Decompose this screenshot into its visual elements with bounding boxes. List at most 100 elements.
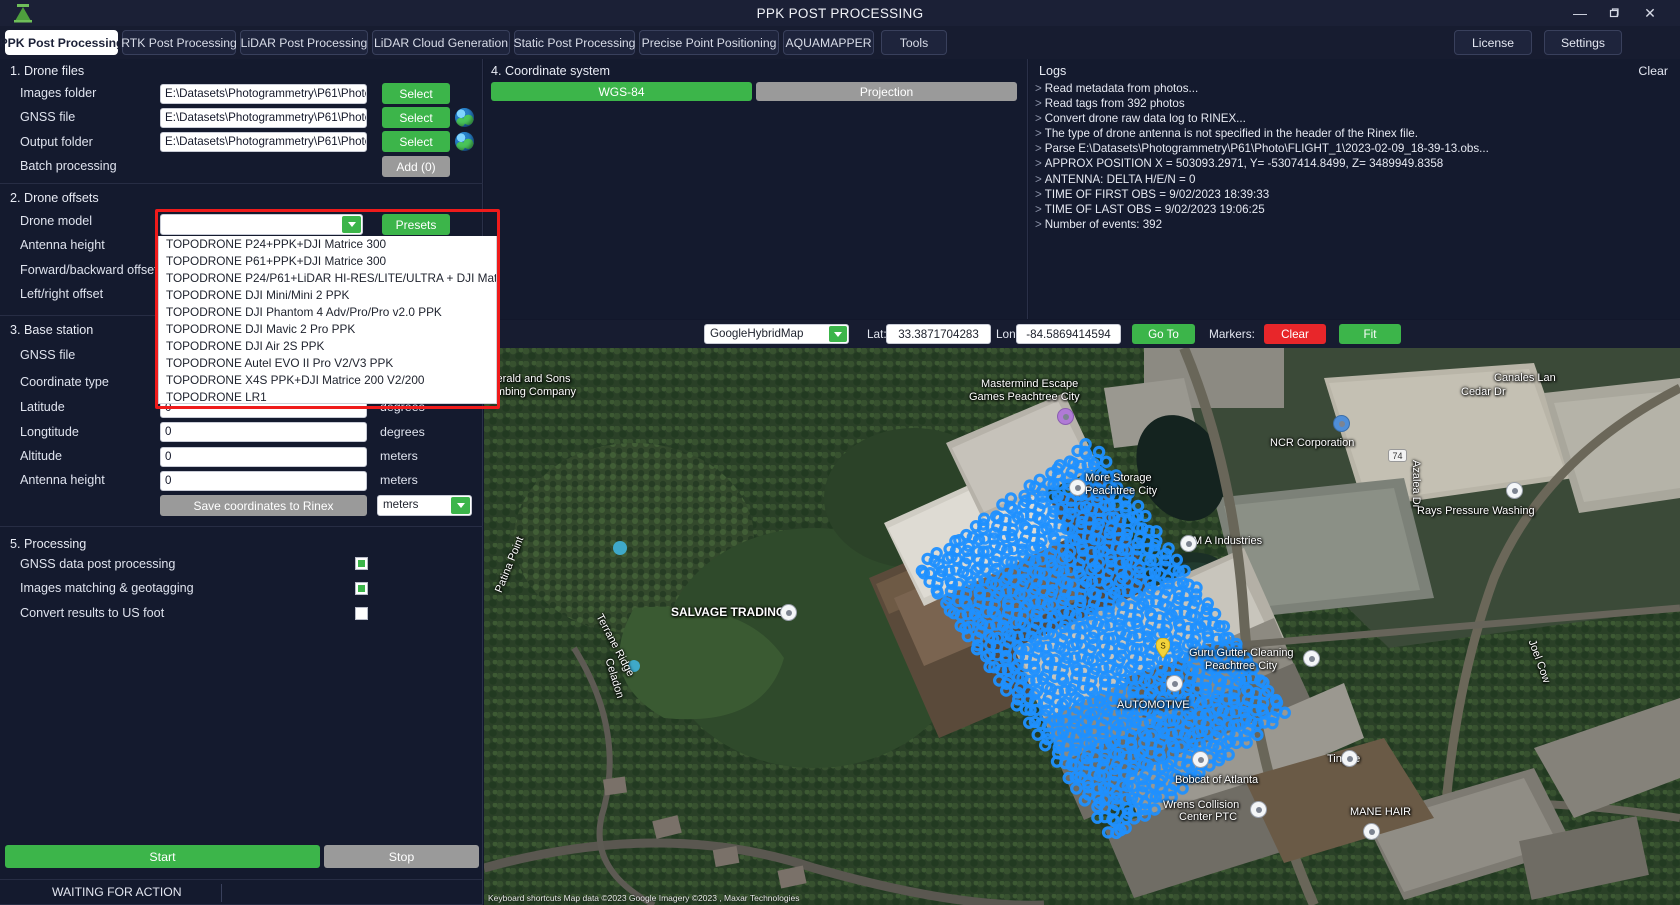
presets-button[interactable]: Presets	[382, 214, 450, 235]
longitude-unit: degrees	[380, 425, 425, 439]
altitude-input[interactable]: 0	[160, 447, 367, 467]
map-label: Games Peachtree City	[969, 391, 1080, 403]
section-drone-offsets-title: 2. Drone offsets	[10, 191, 99, 205]
map-goto-button[interactable]: Go To	[1132, 324, 1195, 344]
log-line: >ANTENNA: DELTA H/E/N = 0	[1032, 172, 1678, 187]
map-markers-label: Markers:	[1209, 327, 1255, 341]
map-pin[interactable]	[1363, 823, 1380, 840]
dropdown-option[interactable]: TOPODRONE DJI Phantom 4 Adv/Pro/Pro v2.0…	[159, 304, 496, 321]
drone-model-label: Drone model	[20, 214, 92, 228]
units-value: meters	[383, 498, 418, 511]
start-button[interactable]: Start	[5, 845, 320, 868]
dropdown-option[interactable]: TOPODRONE P61+PPK+DJI Matrice 300	[159, 253, 496, 270]
minimize-icon[interactable]: —	[1564, 0, 1596, 26]
logs-clear-button[interactable]: Clear	[1638, 64, 1668, 78]
map-pin[interactable]	[1192, 751, 1209, 768]
map-provider-combo[interactable]: GoogleHybridMap	[704, 324, 849, 344]
offsets-antenna-height-label: Antenna height	[20, 238, 105, 252]
map-pin[interactable]	[780, 604, 797, 621]
base-antenna-height-unit: meters	[380, 473, 418, 487]
processing-item-gnss-checkbox[interactable]	[355, 557, 368, 570]
dropdown-option[interactable]: TOPODRONE X4S PPK+DJI Matrice 200 V2/200	[159, 372, 496, 389]
settings-button[interactable]: Settings	[1544, 30, 1622, 55]
map-label: More Storage	[1085, 472, 1152, 484]
dropdown-option[interactable]: TOPODRONE P24+PPK+DJI Matrice 300	[159, 236, 496, 253]
log-text: Number of events: 392	[1045, 218, 1162, 231]
log-text: Read metadata from photos...	[1045, 82, 1198, 95]
map-canvas[interactable]: Gerald and Sons Plumbing Company Masterm…	[484, 348, 1680, 905]
map-pin[interactable]	[1180, 535, 1197, 552]
logs-body[interactable]: >Read metadata from photos... >Read tags…	[1032, 81, 1678, 317]
dropdown-option[interactable]: TOPODRONE LR1	[159, 389, 496, 404]
base-antenna-height-label: Antenna height	[20, 473, 105, 487]
map-pin[interactable]	[1250, 801, 1267, 818]
maximize-icon[interactable]	[1598, 0, 1630, 26]
longitude-input[interactable]: 0	[160, 422, 367, 442]
output-folder-select-button[interactable]: Select	[382, 131, 450, 152]
log-text: Parse E:\Datasets\Photogrammetry\P61\Pho…	[1045, 142, 1489, 155]
dropdown-option[interactable]: TOPODRONE DJI Mini/Mini 2 PPK	[159, 287, 496, 304]
batch-add-button[interactable]: Add (0)	[382, 156, 450, 177]
base-antenna-height-input[interactable]: 0	[160, 471, 367, 491]
stop-button[interactable]: Stop	[324, 845, 479, 868]
map-label: Peachtree City	[1085, 485, 1157, 497]
map-markers-clear-button[interactable]: Clear	[1264, 324, 1326, 344]
map-label: M A Industries	[1193, 535, 1262, 547]
map-lat-input[interactable]: 33.3871704283	[886, 324, 991, 344]
map-fit-button[interactable]: Fit	[1339, 324, 1401, 344]
map-lat-label: Lat:	[867, 327, 887, 341]
map-lon-input[interactable]: -84.5869414594	[1016, 324, 1121, 344]
dropdown-option[interactable]: TOPODRONE P24/P61+LiDAR HI-RES/LITE/ULTR…	[159, 270, 496, 287]
log-line: >Read metadata from photos...	[1032, 81, 1678, 96]
processing-item-geotagging-checkbox[interactable]	[355, 582, 368, 595]
map-label: Bobcat of Atlanta	[1175, 774, 1258, 786]
chevron-down-icon[interactable]	[829, 326, 847, 342]
drone-model-dropdown-list[interactable]: TOPODRONE P24+PPK+DJI Matrice 300 TOPODR…	[158, 236, 497, 404]
tab-precise-point-positioning[interactable]: Precise Point Positioning	[639, 30, 779, 55]
license-button[interactable]: License	[1454, 30, 1532, 55]
close-icon[interactable]: ✕	[1634, 0, 1666, 26]
output-folder-input[interactable]: E:\Datasets\Photogrammetry\P61\Photo\F	[160, 132, 367, 152]
images-folder-select-button[interactable]: Select	[382, 83, 450, 104]
images-folder-input[interactable]: E:\Datasets\Photogrammetry\P61\Photo\F	[160, 84, 367, 104]
processing-item-usfoot-checkbox[interactable]	[355, 607, 368, 620]
map-pin[interactable]	[1069, 479, 1086, 496]
map-pin[interactable]	[1341, 750, 1358, 767]
globe-icon[interactable]	[455, 108, 474, 127]
drone-model-combo[interactable]	[160, 214, 363, 235]
dropdown-option[interactable]: TOPODRONE DJI Mavic 2 Pro PPK	[159, 321, 496, 338]
log-text: Convert drone raw data log to RINEX...	[1045, 112, 1246, 125]
tab-static-post-processing[interactable]: Static Post Processing	[514, 30, 635, 55]
save-coordinates-to-rinex-button[interactable]: Save coordinates to Rinex	[160, 495, 367, 516]
map-pin[interactable]	[1303, 650, 1320, 667]
map-pin[interactable]	[1166, 675, 1183, 692]
map-label: Peachtree City	[1205, 660, 1277, 672]
gnss-file-select-button[interactable]: Select	[382, 107, 450, 128]
log-line: >Number of events: 392	[1032, 217, 1678, 232]
tab-rtk-post-processing[interactable]: RTK Post Processing	[122, 30, 236, 55]
tab-lidar-cloud-generation[interactable]: LiDAR Cloud Generation	[372, 30, 510, 55]
gnss-file-input[interactable]: E:\Datasets\Photogrammetry\P61\Photo\F	[160, 108, 367, 128]
tab-aquamapper[interactable]: AQUAMAPPER	[783, 30, 874, 55]
units-combo[interactable]: meters	[377, 495, 472, 516]
tab-tools[interactable]: Tools	[881, 30, 947, 55]
tab-ppk-post-processing[interactable]: PPK Post Processing	[5, 30, 118, 55]
chevron-down-icon[interactable]	[342, 216, 361, 233]
map-pin[interactable]	[1506, 482, 1523, 499]
dropdown-option[interactable]: TOPODRONE DJI Air 2S PPK	[159, 338, 496, 355]
map-label: Center PTC	[1179, 811, 1237, 823]
left-right-offset-label: Left/right offset	[20, 287, 103, 301]
images-folder-label: Images folder	[20, 86, 96, 100]
dropdown-option[interactable]: TOPODRONE Autel EVO II Pro V2/V3 PPK	[159, 355, 496, 372]
coordinate-system-wgs84-button[interactable]: WGS-84	[491, 82, 752, 101]
flight-start-marker[interactable]: S	[1156, 638, 1170, 658]
map-pin[interactable]	[1333, 415, 1350, 432]
log-line: >Read tags from 392 photos	[1032, 96, 1678, 111]
tab-lidar-post-processing[interactable]: LiDAR Post Processing	[240, 30, 368, 55]
log-line: >APPROX POSITION X = 503093.2971, Y= -53…	[1032, 156, 1678, 171]
coordinate-system-projection-button[interactable]: Projection	[756, 82, 1017, 101]
map-pin[interactable]	[1057, 408, 1074, 425]
chevron-down-icon[interactable]	[451, 497, 470, 514]
globe-icon[interactable]	[455, 132, 474, 151]
map-area[interactable]: GoogleHybridMap Lat: 33.3871704283 Lon: …	[484, 320, 1680, 905]
